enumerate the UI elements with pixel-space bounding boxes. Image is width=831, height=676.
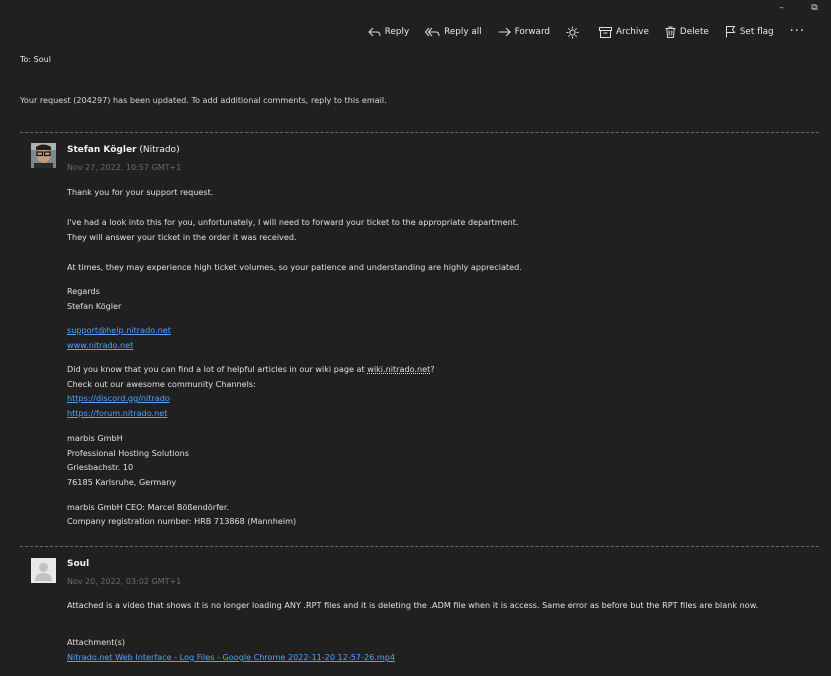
body-line: They will answer your ticket in the orde…: [67, 232, 297, 242]
wiki-line: Did you know that you can find a lot of …: [67, 364, 435, 374]
archive-label: Archive: [616, 27, 649, 37]
company-line: marbis GmbH CEO: Marcel Bößendörfer.: [67, 502, 230, 512]
discord-link[interactable]: https://discord.gg/nitrado: [67, 393, 170, 403]
to-recipient: To: Soul: [20, 55, 51, 64]
restore-button[interactable]: ⧉: [798, 0, 831, 16]
light-theme-button[interactable]: [566, 26, 583, 39]
signature-name: Stefan Kögler: [67, 301, 122, 311]
delete-label: Delete: [679, 27, 709, 37]
reply-all-icon: [425, 27, 440, 36]
sender-name-text: Stefan Kögler: [67, 145, 137, 155]
window-controls: – ⧉: [765, 0, 831, 16]
reply-label: Reply: [384, 27, 410, 37]
body-line: At times, they may experience high ticke…: [67, 262, 522, 272]
signature-regards: Regards: [67, 286, 100, 296]
message-divider: [20, 546, 819, 547]
avatar: [31, 558, 56, 583]
set-flag-button[interactable]: Set flag: [725, 26, 774, 38]
attachment-link[interactable]: Nitrado.net Web Interface - Log Files - …: [67, 652, 395, 662]
forward-button[interactable]: Forward: [498, 27, 550, 38]
support-email-link[interactable]: support@help.nitrado.net: [67, 325, 171, 335]
reply-all-label: Reply all: [444, 27, 482, 37]
body-line: Check out our awesome community Channels…: [67, 379, 256, 389]
reply-all-button[interactable]: Reply all: [425, 27, 482, 38]
message-date: Nov 27, 2022, 10:57 GMT+1: [67, 163, 182, 172]
trash-icon: [665, 26, 676, 38]
message-divider: [20, 132, 819, 133]
forward-label: Forward: [514, 27, 550, 37]
company-line: Professional Hosting Solutions: [67, 448, 189, 458]
set-flag-label: Set flag: [739, 27, 774, 37]
reply-icon: [368, 27, 381, 36]
sender-name: Soul: [67, 559, 90, 569]
body-line: I've had a look into this for you, unfor…: [67, 217, 519, 227]
company-line: Company registration number: HRB 713868 …: [67, 516, 297, 526]
body-line: Attached is a video that shows it is no …: [67, 600, 759, 610]
minimize-button[interactable]: –: [765, 0, 798, 16]
ticket-update-notice: Your request (204297) has been updated. …: [20, 95, 387, 105]
body-line: Thank you for your support request.: [67, 187, 214, 197]
message-date: Nov 20, 2022, 03:02 GMT+1: [67, 577, 182, 586]
company-line: 76185 Karlsruhe, Germany: [67, 477, 177, 487]
message-toolbar: Reply Reply all Forward Archive Delete S…: [352, 22, 805, 42]
wiki-text: Did you know that you can find a lot of …: [67, 364, 368, 374]
more-actions-button[interactable]: ···: [790, 25, 805, 38]
wiki-question-mark: ?: [430, 364, 435, 374]
archive-icon: [599, 26, 612, 38]
sender-organization: (Nitrado): [136, 145, 180, 155]
archive-button[interactable]: Archive: [599, 26, 649, 38]
forum-link[interactable]: https://forum.nitrado.net: [67, 408, 167, 418]
delete-button[interactable]: Delete: [665, 26, 709, 38]
flag-icon: [725, 26, 736, 38]
attachments-label: Attachment(s): [67, 637, 125, 647]
company-line: Griesbachstr. 10: [67, 462, 134, 472]
website-link[interactable]: www.nitrado.net: [67, 340, 133, 350]
reply-button[interactable]: Reply: [368, 27, 409, 38]
company-line: marbis GmbH: [67, 433, 123, 443]
wiki-link[interactable]: wiki.nitrado.net: [367, 364, 430, 374]
forward-arrow-icon: [498, 27, 511, 36]
avatar: [31, 143, 56, 168]
sun-icon: [566, 26, 579, 38]
sender-name: Stefan Kögler (Nitrado): [67, 145, 180, 155]
